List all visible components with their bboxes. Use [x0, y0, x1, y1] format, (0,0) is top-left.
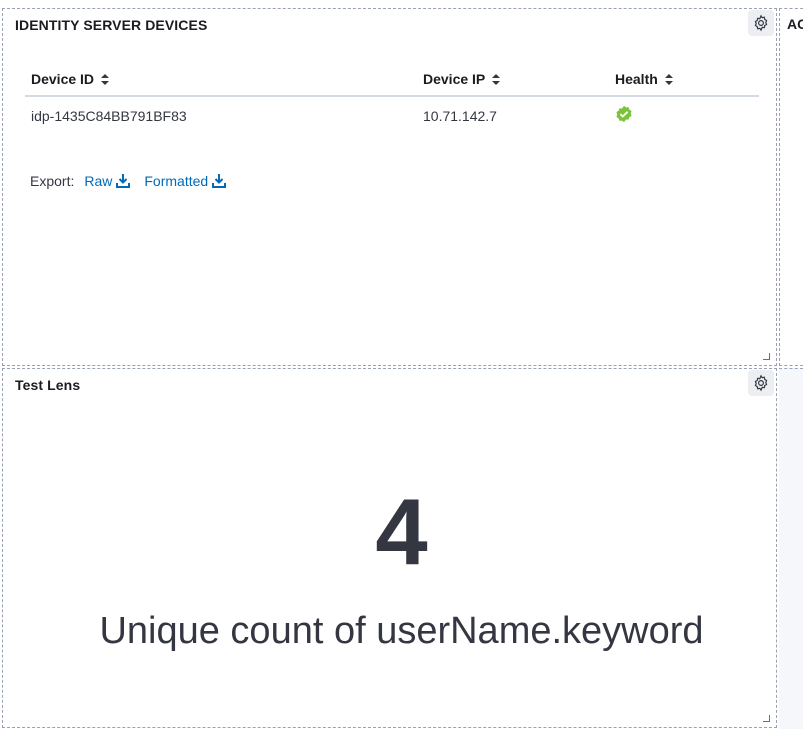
- panel-settings-button[interactable]: [748, 10, 774, 36]
- gear-icon: [754, 14, 768, 32]
- check-circle-icon: [616, 105, 632, 123]
- export-row: Export: Raw Formatted: [30, 173, 227, 189]
- device-ip-cell: 10.71.142.7: [417, 96, 609, 135]
- download-icon: [116, 174, 131, 188]
- panel-title: IDENTITY SERVER DEVICES: [15, 17, 208, 33]
- resize-handle[interactable]: [763, 715, 770, 722]
- gear-icon: [754, 374, 768, 392]
- column-device-ip[interactable]: Device IP: [417, 65, 609, 97]
- column-health[interactable]: Health: [609, 65, 759, 97]
- next-panel-lower: [779, 368, 803, 729]
- panel-settings-button[interactable]: [748, 370, 774, 396]
- column-device-id[interactable]: Device ID: [25, 65, 417, 97]
- sort-icon: [491, 74, 500, 85]
- devices-panel: IDENTITY SERVER DEVICES Device ID Device…: [2, 8, 777, 366]
- resize-handle[interactable]: [763, 353, 770, 360]
- metric-value: 4: [375, 479, 428, 584]
- panel-title: Test Lens: [15, 377, 81, 393]
- download-icon: [212, 174, 227, 188]
- next-panel: [779, 8, 803, 366]
- health-cell: [609, 96, 759, 135]
- sort-icon: [100, 74, 109, 85]
- device-id-cell: idp-1435C84BB791BF83: [25, 96, 417, 135]
- devices-table: Device ID Device IP Health idp-1435C84BB…: [25, 65, 759, 135]
- export-formatted-link[interactable]: Formatted: [144, 173, 227, 189]
- sort-icon: [664, 74, 673, 85]
- metric-label: Unique count of userName.keyword: [99, 610, 704, 652]
- table-row: idp-1435C84BB791BF83 10.71.142.7: [25, 96, 759, 135]
- export-label: Export:: [30, 173, 75, 189]
- export-raw-link[interactable]: Raw: [84, 173, 131, 189]
- table-header-row: Device ID Device IP Health: [25, 65, 759, 97]
- next-panel-title: AC: [787, 16, 803, 32]
